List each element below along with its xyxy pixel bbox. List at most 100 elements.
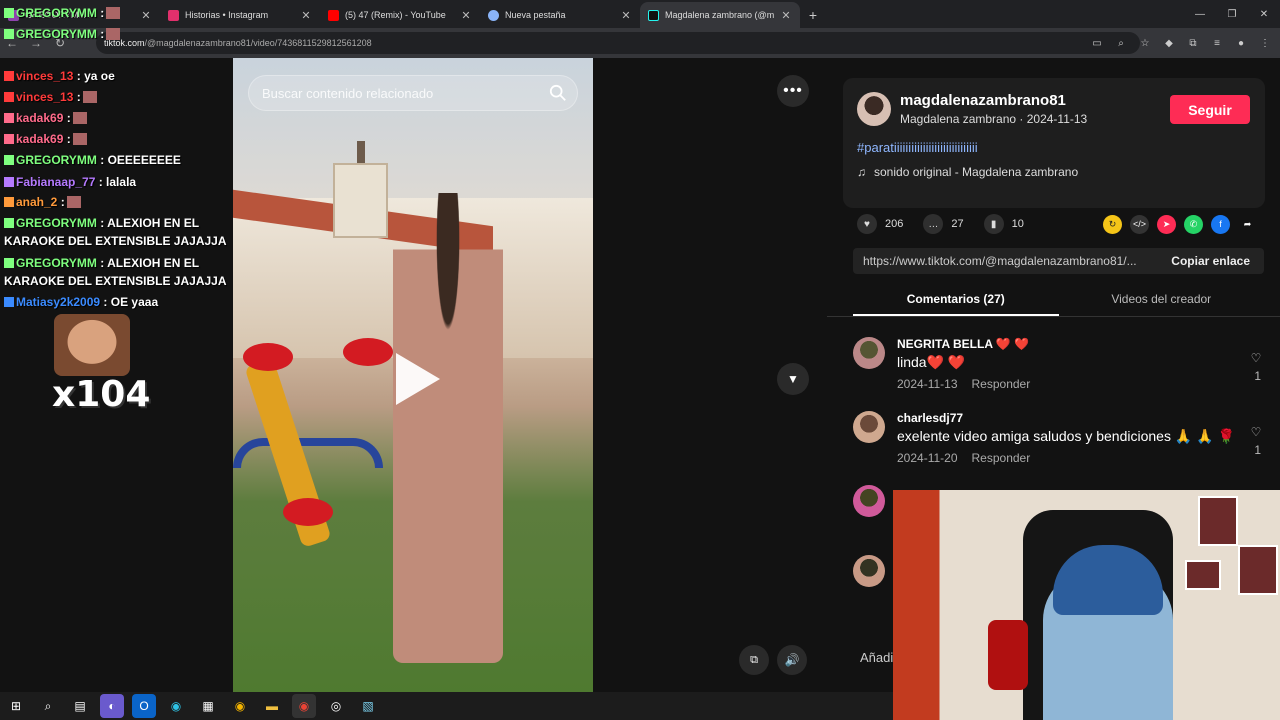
avatar[interactable] bbox=[853, 337, 885, 369]
menu-icon[interactable]: ⋮ bbox=[1256, 34, 1274, 52]
pip-icon[interactable]: ⧉ bbox=[739, 645, 769, 675]
add-comment-input[interactable]: Añadir bbox=[860, 650, 898, 665]
heart-icon[interactable]: ♡ bbox=[1248, 351, 1264, 365]
wall-poster bbox=[1238, 545, 1278, 595]
chat-text: : bbox=[66, 111, 71, 125]
author-subtitle: Magdalena zambrano · 2024-11-13 bbox=[900, 112, 1088, 126]
chat-emote-icon bbox=[82, 91, 97, 103]
chat-text: : bbox=[100, 27, 105, 41]
embed-icon[interactable]: </> bbox=[1130, 214, 1149, 234]
chat-badge-icon bbox=[4, 113, 14, 123]
comment-username[interactable]: NEGRITA BELLA ❤️ ❤️ bbox=[897, 337, 1029, 351]
windows-start-icon[interactable]: ⊞ bbox=[4, 694, 28, 718]
chrome-active-icon[interactable]: ◉ bbox=[292, 694, 316, 718]
profile-icon[interactable]: ● bbox=[1232, 34, 1250, 52]
emote-multiplier: x104 bbox=[52, 374, 151, 415]
minimize-icon[interactable]: — bbox=[1184, 0, 1216, 28]
save-button[interactable]: ▮ 10 bbox=[983, 214, 1024, 234]
more-options-button[interactable]: ••• bbox=[777, 75, 809, 107]
chat-emote: x104 bbox=[52, 314, 150, 415]
cast-icon[interactable]: ▭ bbox=[1088, 34, 1106, 52]
chat-message: vinces_13 : bbox=[4, 88, 230, 106]
comment-icon: … bbox=[923, 214, 944, 234]
share-arrow-icon[interactable]: ➦ bbox=[1238, 215, 1257, 234]
reply-button[interactable]: Responder bbox=[972, 451, 1031, 465]
chat-emote-icon bbox=[72, 112, 87, 124]
microphone bbox=[988, 620, 1028, 690]
repost-icon[interactable]: ↻ bbox=[1103, 214, 1122, 234]
star-icon[interactable]: ☆ bbox=[1136, 34, 1154, 52]
copilot-icon[interactable]: ◐ bbox=[100, 694, 124, 718]
chat-username: GREGORYMM bbox=[16, 216, 97, 230]
notepad-icon[interactable]: ▧ bbox=[356, 694, 380, 718]
like-button[interactable]: ♥ 206 bbox=[857, 214, 903, 234]
comment-username[interactable]: charlesdj77 bbox=[897, 411, 963, 425]
outlook-icon[interactable]: O bbox=[132, 694, 156, 718]
reply-button[interactable]: Responder bbox=[972, 377, 1031, 391]
close-icon[interactable]: ✕ bbox=[460, 9, 472, 22]
tab-comments[interactable]: Comentarios (27) bbox=[853, 288, 1059, 316]
close-window-icon[interactable]: ✕ bbox=[1248, 0, 1280, 28]
close-icon[interactable]: ✕ bbox=[300, 9, 312, 22]
chat-username: vinces_13 bbox=[16, 90, 74, 104]
queue-icon[interactable]: ≡ bbox=[1208, 34, 1226, 52]
search-icon[interactable] bbox=[549, 84, 567, 102]
close-icon[interactable]: ✕ bbox=[780, 9, 792, 22]
close-icon[interactable]: ✕ bbox=[620, 9, 632, 22]
explorer-icon[interactable]: ▬ bbox=[260, 694, 284, 718]
edge-icon[interactable]: ◉ bbox=[164, 694, 188, 718]
bookmark-icon: ▮ bbox=[983, 214, 1004, 234]
chat-username: Matiasy2k2009 bbox=[16, 295, 101, 309]
obs-icon[interactable]: ◎ bbox=[324, 694, 348, 718]
avatar[interactable] bbox=[853, 411, 885, 443]
tab-youtube[interactable]: (5) 47 (Remix) - YouTube ✕ bbox=[320, 2, 480, 28]
store-icon[interactable]: ▦ bbox=[196, 694, 220, 718]
extension-icon[interactable]: ◆ bbox=[1160, 34, 1178, 52]
panel-tabs: Comentarios (27) Videos del creador bbox=[853, 288, 1264, 316]
chat-emote-icon bbox=[106, 7, 121, 19]
send-icon[interactable]: ➤ bbox=[1157, 214, 1176, 234]
tab-creator-videos[interactable]: Videos del creador bbox=[1059, 288, 1265, 316]
puzzle-icon[interactable]: ⧉ bbox=[1184, 34, 1202, 52]
chat-text: : lalala bbox=[98, 175, 137, 189]
browser-toolbar: ▭ ⌕ ☆ ◆ ⧉ ≡ ● ⋮ bbox=[1088, 34, 1274, 52]
play-icon[interactable] bbox=[396, 353, 440, 405]
related-search-input[interactable]: Buscar contenido relacionado bbox=[248, 75, 578, 111]
follow-button[interactable]: Seguir bbox=[1170, 95, 1250, 124]
restore-icon[interactable]: ❐ bbox=[1216, 0, 1248, 28]
facebook-icon[interactable]: f bbox=[1211, 214, 1230, 234]
chat-text: : bbox=[60, 195, 65, 209]
share-link-url[interactable]: https://www.tiktok.com/@magdalenazambran… bbox=[853, 254, 1157, 268]
task-view-icon[interactable]: ▤ bbox=[68, 694, 92, 718]
share-link-row: https://www.tiktok.com/@magdalenazambran… bbox=[853, 248, 1264, 274]
new-tab-button[interactable]: + bbox=[800, 2, 826, 28]
search-icon[interactable]: ⌕ bbox=[36, 694, 60, 718]
chat-badge-icon bbox=[4, 177, 14, 187]
avatar[interactable] bbox=[857, 92, 891, 126]
divider bbox=[827, 316, 1280, 317]
volume-icon[interactable]: 🔊 bbox=[777, 645, 807, 675]
avatar[interactable] bbox=[853, 485, 885, 517]
comment-button[interactable]: … 27 bbox=[923, 214, 964, 234]
comment-meta: 2024-11-20 Responder bbox=[897, 451, 1031, 465]
next-video-button[interactable]: ▼ bbox=[777, 363, 809, 395]
heart-icon[interactable]: ♡ bbox=[1248, 425, 1264, 439]
tab-tiktok[interactable]: Magdalena zambrano (@magd✕ bbox=[640, 2, 800, 28]
chrome-icon[interactable]: ◉ bbox=[228, 694, 252, 718]
hashtag-link[interactable]: #paratiiiiiiiiiiiiiiiiiiiiiiiiiiiii bbox=[857, 140, 978, 155]
chat-username: GREGORYMM bbox=[16, 256, 97, 270]
chat-username: GREGORYMM bbox=[16, 153, 97, 167]
tab-new-tab[interactable]: Nueva pestaña ✕ bbox=[480, 2, 640, 28]
zoom-icon[interactable]: ⌕ bbox=[1112, 34, 1130, 52]
whatsapp-icon[interactable]: ✆ bbox=[1184, 214, 1203, 234]
chat-message: anah_2 : bbox=[4, 193, 230, 211]
video-seat bbox=[243, 343, 293, 371]
avatar[interactable] bbox=[853, 555, 885, 587]
copy-link-button[interactable]: Copiar enlace bbox=[1157, 254, 1264, 268]
sound-link[interactable]: ♫ sonido original - Magdalena zambrano bbox=[857, 165, 1078, 179]
chat-text: : bbox=[76, 90, 81, 104]
screen: { "tabs": [ {"label": "GREGORYMM :", "fa… bbox=[0, 0, 1280, 720]
url-input[interactable]: tiktok.com/@magdalenazambrano81/video/74… bbox=[96, 32, 1140, 54]
author-username[interactable]: magdalenazambrano81 bbox=[900, 92, 1066, 109]
video-player[interactable]: Buscar contenido relacionado bbox=[233, 58, 593, 692]
